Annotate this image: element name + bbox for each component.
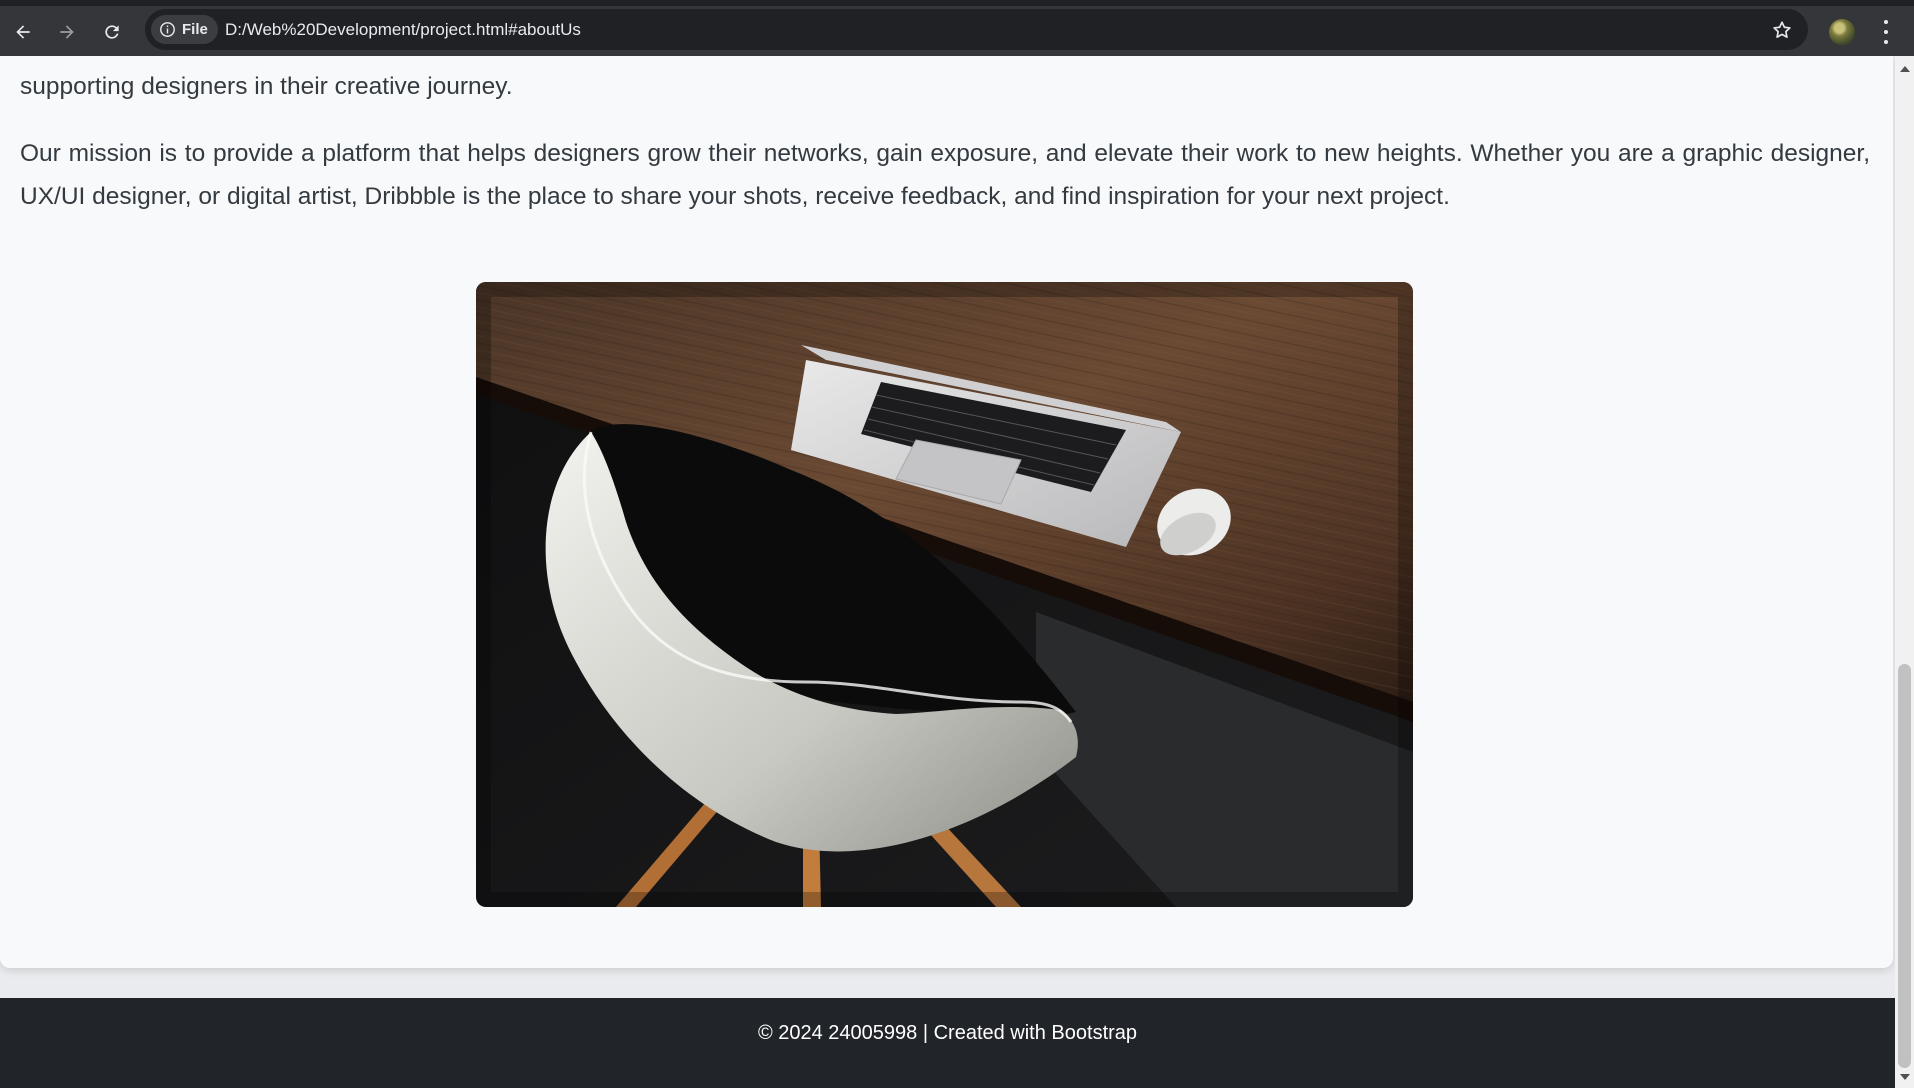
address-bar[interactable]: File D:/Web%20Development/project.html#a…: [145, 9, 1808, 50]
avatar[interactable]: [1829, 19, 1855, 45]
desk-laptop-chair-photo: [476, 282, 1413, 907]
page-viewport: supporting designers in their creative j…: [0, 56, 1895, 1088]
page-footer: © 2024 24005998 | Created with Bootstrap: [0, 998, 1895, 1088]
kebab-menu-icon[interactable]: [1876, 20, 1896, 44]
scroll-up-arrow-icon[interactable]: [1900, 66, 1910, 72]
url-text[interactable]: D:/Web%20Development/project.html#aboutU…: [225, 9, 581, 50]
star-icon: [1773, 21, 1791, 38]
about-paragraph-2: Our mission is to provide a platform tha…: [20, 140, 1870, 210]
arrow-left-icon: [16, 25, 30, 39]
site-chip-label: File: [182, 21, 208, 38]
vertical-scrollbar[interactable]: [1895, 56, 1914, 1088]
reload-icon: [105, 25, 119, 39]
bookmark-button[interactable]: [1770, 18, 1794, 42]
forward-button[interactable]: [49, 14, 85, 50]
browser-toolbar: File D:/Web%20Development/project.html#a…: [0, 0, 1914, 56]
info-circle-icon: [160, 22, 175, 37]
arrow-right-icon: [60, 25, 74, 39]
about-paragraph-1: supporting designers in their creative j…: [20, 73, 513, 100]
back-button[interactable]: [5, 14, 41, 50]
scroll-down-arrow-icon[interactable]: [1900, 1074, 1910, 1080]
scrollbar-thumb[interactable]: [1898, 664, 1911, 1068]
footer-text: © 2024 24005998 | Created with Bootstrap: [757, 1022, 1138, 1044]
reload-button[interactable]: [94, 14, 130, 50]
about-us-section: supporting designers in their creative j…: [0, 56, 1893, 968]
site-info-chip[interactable]: File: [151, 15, 218, 44]
